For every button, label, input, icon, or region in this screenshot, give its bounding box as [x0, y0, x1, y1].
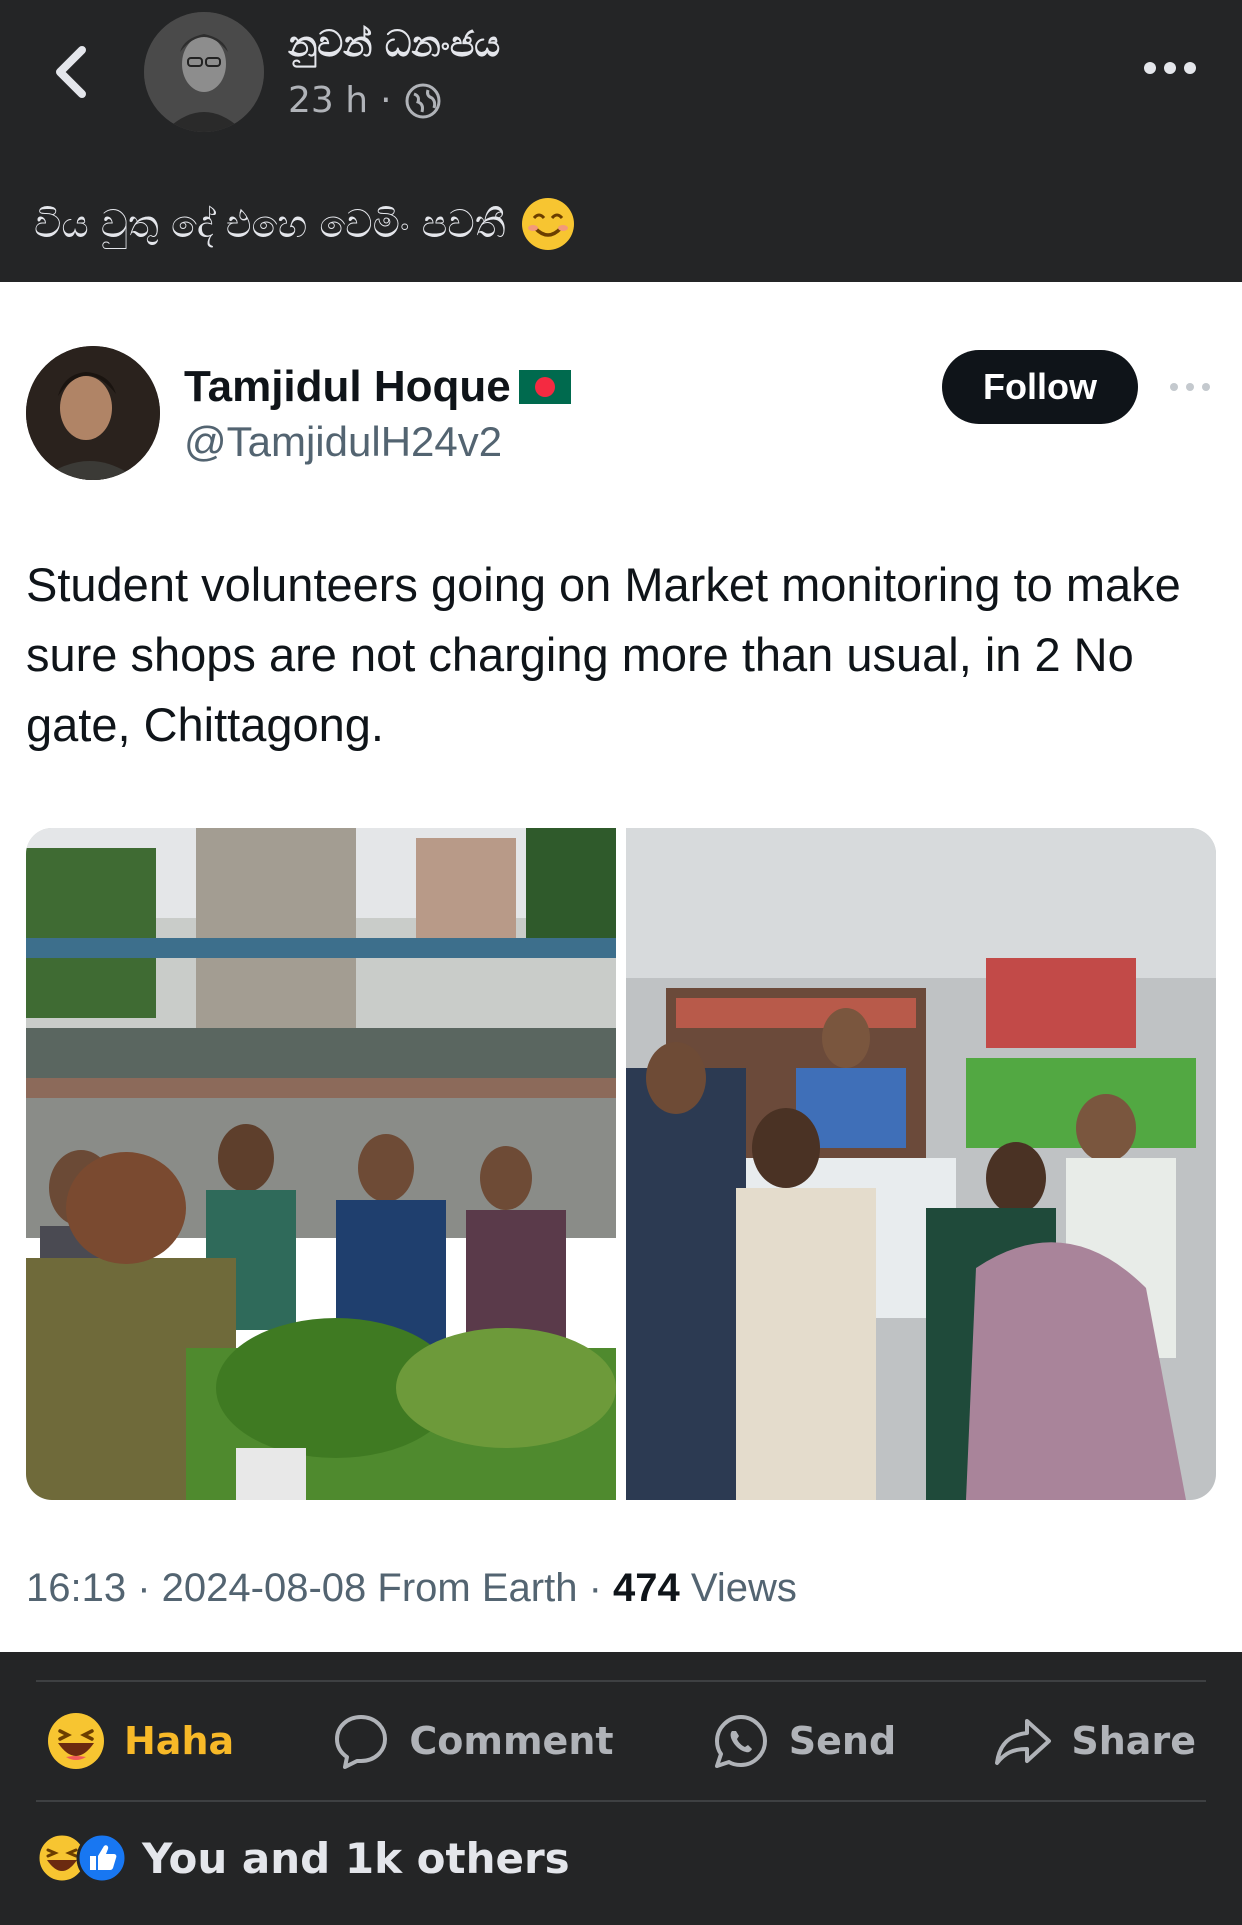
share-label: Share [1071, 1719, 1196, 1763]
reactions-summary[interactable]: You and 1k others [36, 1832, 570, 1884]
tweet-text: Student volunteers going on Market monit… [26, 558, 1181, 751]
tweet-author-handle: @TamjidulH24v2 [184, 418, 503, 465]
share-arrow-icon [995, 1719, 1052, 1765]
tweet-author-name: Tamjidul Hoque [184, 362, 571, 412]
tweet-author-name-text: Tamjidul Hoque [184, 362, 511, 411]
smiling-face-emoji-icon [521, 198, 574, 250]
follow-button: Follow [942, 350, 1138, 424]
divider-bottom [36, 1800, 1206, 1802]
like-reaction-icon [76, 1832, 128, 1884]
reactions-summary-text: You and 1k others [142, 1833, 570, 1883]
tweet-views-label: Views [690, 1566, 797, 1610]
avatar-photo [144, 12, 264, 132]
comment-button[interactable]: Comment [321, 1711, 623, 1771]
back-button[interactable] [48, 44, 96, 100]
post-header: නුවන් ධනංජය 23 h · විය වුතු දේ එහෙ වෙමිං… [0, 0, 1242, 282]
shared-tweet-image[interactable]: Tamjidul Hoque @TamjidulH24v2 Follow Stu… [0, 282, 1242, 1652]
tweet-more-icon [1168, 378, 1212, 396]
tweet-photo-shop-counter [626, 828, 1216, 1500]
tweet-source: From Earth [377, 1566, 578, 1610]
share-button[interactable]: Share [983, 1711, 1206, 1771]
comment-icon [335, 1715, 388, 1769]
post-time[interactable]: 23 h [288, 80, 368, 121]
tweet-photo-street-market [26, 828, 616, 1500]
tweet-avatar-photo [26, 346, 160, 480]
chevron-left-icon [56, 46, 86, 98]
tweet-footer: 16:13 · 2024-08-08 From Earth · 474 View… [26, 1566, 797, 1611]
post-caption: විය වුතු දේ එහෙ වෙමිං පවතී [34, 196, 576, 252]
reaction-icons [36, 1832, 132, 1884]
footer-dot-1: · [137, 1566, 162, 1610]
send-label: Send [788, 1719, 897, 1763]
tweet-photos [26, 828, 1216, 1500]
author-name[interactable]: නුවන් ධනංජය [288, 24, 500, 66]
tweet-author-avatar [26, 346, 160, 480]
more-options-button[interactable] [1140, 56, 1200, 80]
post-meta: 23 h · [288, 80, 442, 121]
more-icon [1144, 62, 1196, 74]
haha-reaction-button[interactable]: Haha [36, 1711, 244, 1771]
globe-icon [405, 83, 441, 118]
footer-dot-2: · [588, 1566, 614, 1610]
tweet-views-count: 474 [613, 1566, 680, 1610]
meta-separator: · [380, 80, 392, 121]
caption-text: විය වුතු දේ එහෙ වෙමිං පවතී [34, 201, 506, 246]
post-action-bar: Haha Comment Send Share [36, 1682, 1206, 1800]
bangladesh-flag-icon [518, 370, 571, 404]
tweet-date: 2024-08-08 [161, 1566, 367, 1610]
comment-label: Comment [409, 1719, 614, 1763]
haha-emoji-icon [48, 1713, 104, 1769]
author-avatar[interactable] [144, 12, 264, 132]
tweet-time: 16:13 [26, 1566, 127, 1610]
whatsapp-icon [714, 1715, 767, 1768]
haha-label: Haha [124, 1719, 235, 1763]
send-button[interactable]: Send [701, 1711, 906, 1771]
